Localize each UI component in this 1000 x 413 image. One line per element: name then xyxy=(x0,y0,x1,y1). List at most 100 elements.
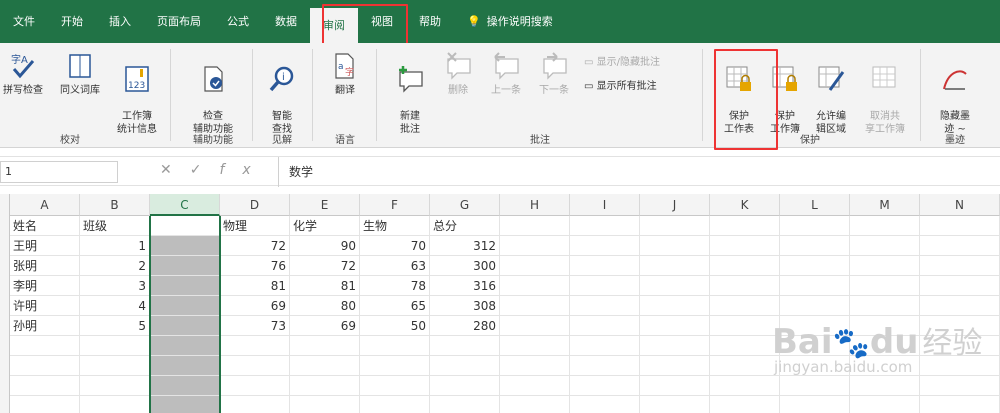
column-header-d[interactable]: D xyxy=(220,194,290,216)
hide-ink-button[interactable]: 隐藏墨 迹 ~ xyxy=(932,51,978,136)
empty-cell[interactable] xyxy=(710,336,780,356)
empty-cell[interactable] xyxy=(710,296,780,316)
data-cell[interactable]: 2 xyxy=(80,256,150,276)
tell-me-search[interactable]: 💡 操作说明搜索 xyxy=(454,0,566,43)
data-cell[interactable]: 65 xyxy=(360,296,430,316)
header-cell[interactable]: 生物 xyxy=(360,216,430,236)
empty-cell[interactable] xyxy=(220,396,290,413)
data-cell[interactable]: 王明 xyxy=(10,236,80,256)
new-comment-button[interactable]: 新建 批注 xyxy=(388,51,432,136)
column-header-m[interactable]: M xyxy=(850,194,920,216)
data-cell[interactable]: 312 xyxy=(430,236,500,256)
empty-cell[interactable] xyxy=(80,396,150,413)
data-cell[interactable]: 孙明 xyxy=(10,316,80,336)
empty-cell[interactable] xyxy=(500,256,570,276)
empty-cell[interactable] xyxy=(290,356,360,376)
data-cell[interactable]: 69 xyxy=(220,296,290,316)
enter-icon[interactable]: ✓ xyxy=(190,162,220,178)
show-hide-comment-button[interactable]: ▭ 显示/隐藏批注 xyxy=(584,53,660,68)
empty-cell[interactable] xyxy=(920,236,1000,256)
empty-cell[interactable] xyxy=(500,276,570,296)
empty-cell[interactable] xyxy=(570,216,640,236)
empty-cell[interactable] xyxy=(80,376,150,396)
header-cell[interactable]: 姓名 xyxy=(10,216,80,236)
empty-cell[interactable] xyxy=(920,276,1000,296)
unshare-workbook-button[interactable]: 取消共 享工作簿 xyxy=(858,51,912,136)
tab-formulas[interactable]: 公式 xyxy=(214,0,262,43)
empty-cell[interactable] xyxy=(80,356,150,376)
empty-cell[interactable] xyxy=(640,296,710,316)
thesaurus-button[interactable]: 同义词库 xyxy=(52,51,108,97)
empty-cell[interactable] xyxy=(850,256,920,276)
column-header-e[interactable]: E xyxy=(290,194,360,216)
spell-check-button[interactable]: 字A 拼写检查 xyxy=(0,51,48,97)
empty-cell[interactable] xyxy=(10,396,80,413)
empty-cell[interactable] xyxy=(920,376,1000,396)
empty-cell[interactable] xyxy=(850,376,920,396)
empty-cell[interactable] xyxy=(570,316,640,336)
empty-cell[interactable] xyxy=(640,356,710,376)
empty-cell[interactable] xyxy=(640,376,710,396)
empty-cell[interactable] xyxy=(920,216,1000,236)
data-cell[interactable]: 300 xyxy=(430,256,500,276)
empty-cell[interactable] xyxy=(640,236,710,256)
empty-cell[interactable] xyxy=(850,276,920,296)
allow-edit-ranges-button[interactable]: 允许编 辑区域 xyxy=(808,51,854,136)
tab-page-layout[interactable]: 页面布局 xyxy=(144,0,214,43)
empty-cell[interactable] xyxy=(780,236,850,256)
empty-cell[interactable] xyxy=(920,296,1000,316)
tab-home[interactable]: 开始 xyxy=(48,0,96,43)
empty-cell[interactable] xyxy=(360,396,430,413)
empty-cell[interactable] xyxy=(360,356,430,376)
column-header-j[interactable]: J xyxy=(640,194,710,216)
formula-input[interactable]: 数学 xyxy=(278,157,1000,187)
empty-cell[interactable] xyxy=(780,256,850,276)
empty-cell[interactable] xyxy=(570,396,640,413)
empty-cell[interactable] xyxy=(430,356,500,376)
empty-cell[interactable] xyxy=(710,256,780,276)
empty-cell[interactable] xyxy=(500,316,570,336)
smart-lookup-button[interactable]: i 智能 查找 xyxy=(262,51,302,136)
empty-cell[interactable] xyxy=(500,296,570,316)
empty-cell[interactable] xyxy=(570,276,640,296)
empty-cell[interactable] xyxy=(920,256,1000,276)
empty-cell[interactable] xyxy=(920,396,1000,413)
empty-cell[interactable] xyxy=(710,316,780,336)
empty-cell[interactable] xyxy=(360,376,430,396)
empty-cell[interactable] xyxy=(710,236,780,256)
empty-cell[interactable] xyxy=(780,216,850,236)
empty-cell[interactable] xyxy=(290,336,360,356)
data-cell[interactable]: 316 xyxy=(430,276,500,296)
empty-cell[interactable] xyxy=(640,396,710,413)
column-header-n[interactable]: N xyxy=(920,194,1000,216)
next-comment-button[interactable]: 下一条 xyxy=(532,51,576,97)
data-cell[interactable]: 许明 xyxy=(10,296,80,316)
previous-comment-button[interactable]: 上一条 xyxy=(484,51,528,97)
column-header-c[interactable]: C xyxy=(150,194,220,216)
data-cell[interactable]: 81 xyxy=(220,276,290,296)
empty-cell[interactable] xyxy=(10,336,80,356)
empty-cell[interactable] xyxy=(780,276,850,296)
empty-cell[interactable] xyxy=(570,236,640,256)
column-header-k[interactable]: K xyxy=(710,194,780,216)
check-accessibility-button[interactable]: 检查 辅助功能 xyxy=(182,51,244,136)
column-header-h[interactable]: H xyxy=(500,194,570,216)
empty-cell[interactable] xyxy=(780,376,850,396)
empty-cell[interactable] xyxy=(640,336,710,356)
empty-cell[interactable] xyxy=(430,396,500,413)
empty-cell[interactable] xyxy=(570,356,640,376)
header-cell[interactable]: 化学 xyxy=(290,216,360,236)
empty-cell[interactable] xyxy=(570,336,640,356)
column-header-l[interactable]: L xyxy=(780,194,850,216)
empty-cell[interactable] xyxy=(290,376,360,396)
data-cell[interactable]: 76 xyxy=(220,256,290,276)
data-cell[interactable]: 80 xyxy=(290,296,360,316)
empty-cell[interactable] xyxy=(500,396,570,413)
empty-cell[interactable] xyxy=(80,336,150,356)
empty-cell[interactable] xyxy=(220,376,290,396)
empty-cell[interactable] xyxy=(500,336,570,356)
column-header-g[interactable]: G xyxy=(430,194,500,216)
data-cell[interactable]: 63 xyxy=(360,256,430,276)
empty-cell[interactable] xyxy=(570,376,640,396)
tab-insert[interactable]: 插入 xyxy=(96,0,144,43)
